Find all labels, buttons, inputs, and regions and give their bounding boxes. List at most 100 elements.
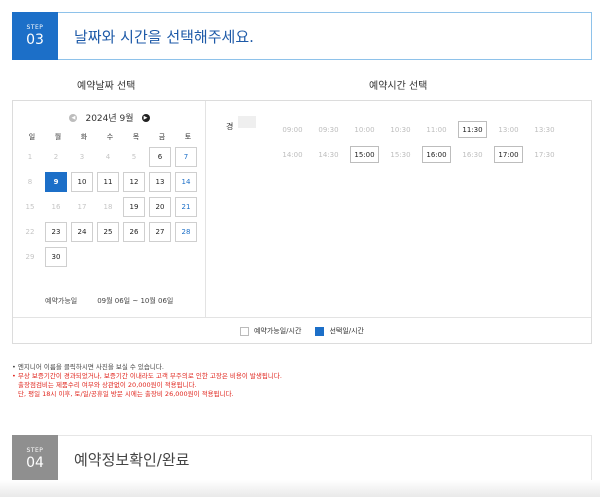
step4-badge-label: STEP xyxy=(26,447,44,454)
calendar-empty-cell xyxy=(97,247,119,267)
calendar-day-8: 8 xyxy=(27,178,33,186)
calendar-week-row: 22 23 24 25 26 27 28 xyxy=(19,222,201,242)
calendar-day-10[interactable]: 10 xyxy=(71,172,93,192)
time-slot: 10:30 xyxy=(390,125,411,134)
step3-header: STEP 03 날짜와 시간을 선택해주세요. xyxy=(12,12,592,60)
time-slot-row: 09:00 09:30 10:00 10:30 11:00 11:30 13:00 13:30 xyxy=(278,121,566,138)
time-slot: 13:30 xyxy=(534,125,555,134)
step4-title: 예약정보확인/완료 xyxy=(74,450,190,469)
prev-month-icon[interactable]: ◀ xyxy=(69,113,78,122)
next-month-icon[interactable]: ▶ xyxy=(141,113,150,122)
time-column-title: 예약시간 선택 xyxy=(369,81,428,92)
calendar-day-11[interactable]: 11 xyxy=(97,172,119,192)
weekday-label: 월 xyxy=(54,133,62,141)
time-slot: 15:30 xyxy=(390,150,411,159)
calendar-empty-cell xyxy=(175,247,197,267)
calendar-week-row: 8 9 10 11 12 13 14 xyxy=(19,172,201,192)
time-slot[interactable]: 17:00 xyxy=(494,146,523,163)
calendar-day-15: 15 xyxy=(25,203,35,211)
time-slot[interactable]: 15:00 xyxy=(350,146,379,163)
date-column-title: 예약날짜 선택 xyxy=(77,81,136,92)
calendar-empty-cell xyxy=(149,247,171,267)
calendar-day-5: 5 xyxy=(131,153,137,161)
time-slot: 10:00 xyxy=(354,125,375,134)
calendar-week-row: 29 30 xyxy=(19,247,201,267)
legend-selected-label: 선택일/시간 xyxy=(329,327,364,335)
calendar-day-18: 18 xyxy=(103,203,113,211)
legend-available: 예약가능일/시간 xyxy=(239,326,302,336)
step3-badge-label: STEP xyxy=(26,24,44,31)
notice-line-1: • 엔지니어 이름을 클릭하시면 사진을 보실 수 있습니다. xyxy=(12,363,164,371)
time-slot: 17:30 xyxy=(534,150,555,159)
weekday-header: 일월화수목금토 xyxy=(19,132,201,142)
calendar-day-30[interactable]: 30 xyxy=(45,247,67,267)
calendar-day-29: 29 xyxy=(25,253,35,261)
legend: 예약가능일/시간 선택일/시간 xyxy=(13,317,591,344)
calendar-week-row: 1 2 3 4 5 67 xyxy=(19,147,201,167)
notice-line-4: 단, 평일 18시 이후, 토/일/공휴일 방문 시에는 출장비 26,000원… xyxy=(18,390,234,398)
calendar-day-27[interactable]: 27 xyxy=(149,222,171,242)
time-slot: 14:00 xyxy=(282,150,303,159)
weekday-label: 토 xyxy=(184,133,192,141)
calendar-day-9[interactable]: 9 xyxy=(45,172,67,192)
step3-badge-number: 03 xyxy=(26,32,44,48)
calendar-day-22: 22 xyxy=(25,228,35,236)
calendar-empty-cell xyxy=(71,247,93,267)
time-slot: 14:30 xyxy=(318,150,339,159)
step4-badge-number: 04 xyxy=(26,455,44,471)
time-slot: 09:30 xyxy=(318,125,339,134)
calendar-day-21[interactable]: 21 xyxy=(175,197,197,217)
calendar-day-4: 4 xyxy=(105,153,111,161)
month-navigation: ◀ 2024년 9월 ▶ xyxy=(13,111,206,124)
calendar-day-6[interactable]: 6 xyxy=(149,147,171,167)
calendar-day-1: 1 xyxy=(27,153,33,161)
calendar-panel: ◀ 2024년 9월 ▶ 일월화수목금토 1 2 3 4 5 6 7 8 9 10 11 12 13 14… xyxy=(13,101,206,317)
month-label: 2024년 9월 xyxy=(85,114,134,124)
time-panel: 경 09:00 09:30 10:00 10:30 11:00 11:30 13:00 13:… xyxy=(206,101,591,317)
calendar-week-row: 15 16 17 18 19 20 21 xyxy=(19,197,201,217)
available-range-value: 09월 06일 ~ 10월 06일 xyxy=(97,297,174,305)
calendar-day-20[interactable]: 20 xyxy=(149,197,171,217)
footer-divider xyxy=(0,480,600,497)
available-range: 예약가능일 09월 06일 ~ 10월 06일 xyxy=(45,296,173,306)
time-slot: 11:00 xyxy=(426,125,447,134)
calendar-day-26[interactable]: 26 xyxy=(123,222,145,242)
legend-selected: 선택일/시간 xyxy=(315,326,364,336)
calendar-day-3: 3 xyxy=(79,153,85,161)
engineer-name[interactable]: 경 xyxy=(226,121,233,132)
engineer-photo[interactable] xyxy=(238,116,256,128)
time-slot-row: 14:00 14:30 15:00 15:30 16:00 16:30 17:00 17:30 xyxy=(278,146,566,163)
time-slot: 09:00 xyxy=(282,125,303,134)
weekday-label: 수 xyxy=(106,133,114,141)
calendar-day-23[interactable]: 23 xyxy=(45,222,67,242)
legend-available-label: 예약가능일/시간 xyxy=(253,327,302,335)
weekday-label: 일 xyxy=(28,133,36,141)
available-range-label: 예약가능일 xyxy=(45,297,78,305)
calendar-day-19[interactable]: 19 xyxy=(123,197,145,217)
step4-badge: STEP 04 xyxy=(12,435,58,483)
calendar-day-2: 2 xyxy=(53,153,59,161)
calendar-day-28[interactable]: 28 xyxy=(175,222,197,242)
calendar-day-24[interactable]: 24 xyxy=(71,222,93,242)
weekday-label: 목 xyxy=(132,133,140,141)
step4-header: STEP 04 예약정보확인/완료 xyxy=(12,435,592,483)
weekday-label: 금 xyxy=(158,133,166,141)
calendar-day-17: 17 xyxy=(77,203,87,211)
weekday-label: 화 xyxy=(80,133,88,141)
calendar-day-16: 16 xyxy=(51,203,61,211)
calendar-day-12[interactable]: 12 xyxy=(123,172,145,192)
legend-available-swatch xyxy=(239,326,249,336)
calendar-day-13[interactable]: 13 xyxy=(149,172,171,192)
notice-line-3: 출장점검비는 제품수리 여부와 상관없이 20,000원이 적용됩니다. xyxy=(18,381,197,389)
time-slot: 16:30 xyxy=(462,150,483,159)
time-slot: 13:00 xyxy=(498,125,519,134)
calendar-day-7[interactable]: 7 xyxy=(175,147,197,167)
time-slot[interactable]: 16:00 xyxy=(422,146,451,163)
time-slot[interactable]: 11:30 xyxy=(458,121,487,138)
calendar-day-14[interactable]: 14 xyxy=(175,172,197,192)
calendar-day-25[interactable]: 25 xyxy=(97,222,119,242)
notice-text: • 엔지니어 이름을 클릭하시면 사진을 보실 수 있습니다. • 무상 보증기… xyxy=(12,363,282,399)
notice-line-2: • 무상 보증기간이 경과되었거나, 보증기간 이내라도 고객 부주의로 인한 … xyxy=(12,372,282,380)
booking-panel: ◀ 2024년 9월 ▶ 일월화수목금토 1 2 3 4 5 6 7 8 9 10 11 12 13 14… xyxy=(12,100,592,344)
calendar-empty-cell xyxy=(123,247,145,267)
